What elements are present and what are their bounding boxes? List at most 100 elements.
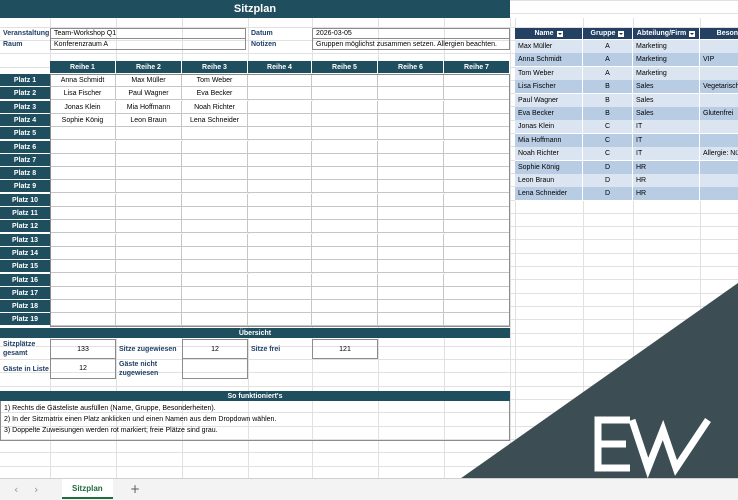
seat-cell[interactable] [444,300,510,313]
guest-table-header[interactable]: Abteilung/Firm [633,28,700,39]
seat-cell[interactable] [378,154,444,167]
seat-cell[interactable] [378,101,444,114]
seat-cell[interactable] [312,74,378,87]
seat-cell[interactable] [116,127,182,140]
seat-cell[interactable] [378,247,444,260]
guest-table-cell[interactable]: Mia Hoffmann [515,134,583,148]
seat-cell[interactable] [312,101,378,114]
seat-cell[interactable]: Paul Wagner [116,87,182,100]
guest-table-cell[interactable] [700,67,738,81]
seat-cell[interactable] [312,114,378,127]
seat-cell[interactable] [444,194,510,207]
seat-cell[interactable] [312,141,378,154]
seat-cell[interactable] [444,167,510,180]
guest-table-cell[interactable] [700,161,738,175]
seat-cell[interactable] [116,313,182,326]
filter-dropdown-icon[interactable] [556,30,563,37]
guest-table-cell[interactable]: C [583,134,633,148]
guest-table-cell[interactable]: IT [633,134,700,148]
seat-cell[interactable] [116,167,182,180]
guest-table-cell[interactable]: Tom Weber [515,67,583,81]
seat-cell[interactable] [312,274,378,287]
seat-cell[interactable] [248,167,312,180]
value-assigned[interactable]: 12 [182,339,248,359]
guest-table-cell[interactable]: HR [633,161,700,175]
seat-cell[interactable] [50,180,116,193]
value-guests[interactable]: 12 [50,359,116,379]
guest-table-cell[interactable] [700,120,738,134]
seat-cell[interactable] [312,180,378,193]
seat-cell[interactable] [312,87,378,100]
guest-table-cell[interactable]: B [583,107,633,121]
seat-cell[interactable] [50,313,116,326]
seat-cell[interactable] [378,234,444,247]
seat-cell[interactable] [444,220,510,233]
field-datum[interactable]: 2026-03-05 [312,28,510,39]
seat-cell[interactable] [50,287,116,300]
guest-table-cell[interactable]: B [583,80,633,94]
seat-cell[interactable] [378,313,444,326]
seat-cell[interactable] [444,74,510,87]
seat-cell[interactable] [248,87,312,100]
seat-cell[interactable] [444,180,510,193]
spreadsheet-grid[interactable]: Sitzplan Veranstaltung Team-Workshop Q1 … [0,0,738,478]
seat-cell[interactable] [378,141,444,154]
seat-cell[interactable] [444,313,510,326]
guest-table-cell[interactable]: VIP [700,53,738,67]
guest-table-header[interactable]: Name [515,28,583,39]
field-raum[interactable]: Konferenzraum A [50,39,246,50]
guest-table-cell[interactable]: Marketing [633,40,700,54]
guest-table-cell[interactable]: HR [633,174,700,188]
seat-cell[interactable] [182,220,248,233]
seat-cell[interactable] [50,220,116,233]
seat-cell[interactable] [248,74,312,87]
seat-cell[interactable] [312,260,378,273]
seat-cell[interactable] [248,101,312,114]
seat-cell[interactable] [378,127,444,140]
seat-cell[interactable] [116,274,182,287]
tab-sitzplan[interactable]: Sitzplan [62,479,113,499]
guest-table-header[interactable]: Gruppe [583,28,633,39]
guest-table-cell[interactable]: Marketing [633,53,700,67]
seat-cell[interactable] [182,180,248,193]
seat-cell[interactable] [378,74,444,87]
tab-prev-arrow-icon[interactable]: ‹ [14,483,18,496]
seat-cell[interactable] [182,194,248,207]
seat-cell[interactable] [312,167,378,180]
guest-table-cell[interactable]: Sales [633,94,700,108]
seat-cell[interactable] [116,154,182,167]
guest-table-header[interactable]: Besond [700,28,738,39]
guest-table-cell[interactable]: D [583,174,633,188]
seat-cell[interactable] [116,300,182,313]
seat-cell[interactable] [182,274,248,287]
seat-cell[interactable] [248,207,312,220]
seat-cell[interactable] [182,300,248,313]
guest-table-cell[interactable]: Eva Becker [515,107,583,121]
seat-cell[interactable] [50,141,116,154]
seat-cell[interactable] [182,234,248,247]
guest-table-cell[interactable]: IT [633,147,700,161]
seat-cell[interactable] [444,274,510,287]
seat-cell[interactable] [116,141,182,154]
seat-cell[interactable] [444,114,510,127]
seat-cell[interactable] [50,260,116,273]
seat-cell[interactable] [50,300,116,313]
guest-table-cell[interactable]: Sophie König [515,161,583,175]
guest-table-cell[interactable]: IT [633,120,700,134]
guest-table-cell[interactable]: HR [633,187,700,201]
seat-cell[interactable] [378,167,444,180]
seat-cell[interactable]: Anna Schmidt [50,74,116,87]
seat-cell[interactable] [378,194,444,207]
seat-cell[interactable] [248,127,312,140]
seat-cell[interactable] [50,234,116,247]
guest-table-cell[interactable]: A [583,40,633,54]
guest-table-cell[interactable]: Glutenfrei [700,107,738,121]
seat-cell[interactable] [116,247,182,260]
value-unassigned[interactable] [182,359,248,379]
seat-cell[interactable] [116,220,182,233]
seat-cell[interactable] [248,247,312,260]
seat-cell[interactable] [444,101,510,114]
seat-cell[interactable] [312,194,378,207]
guest-table-cell[interactable]: Sales [633,107,700,121]
seat-cell[interactable] [378,207,444,220]
